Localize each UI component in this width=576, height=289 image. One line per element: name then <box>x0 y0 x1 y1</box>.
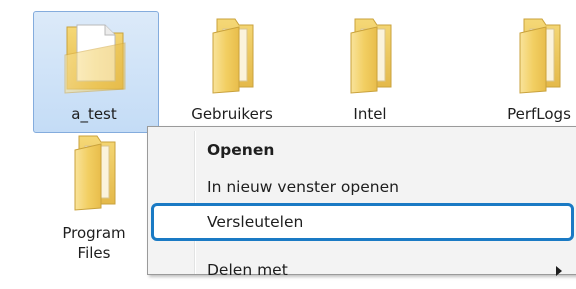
folder-icon <box>74 135 116 211</box>
folder-label: Intel <box>353 105 387 123</box>
folder-icon <box>64 24 126 94</box>
context-menu: Openen In nieuw venster openen Versleute… <box>147 126 576 279</box>
folder-icon <box>519 18 561 94</box>
folder-label: Gebruikers <box>191 105 273 123</box>
folder-a-test[interactable]: a_test <box>33 11 159 133</box>
menu-item-open-new-window[interactable]: In nieuw venster openen <box>151 168 574 206</box>
folder-icon <box>212 18 254 94</box>
folder-label-line1: Program <box>62 224 126 242</box>
menu-item-label: Delen met <box>207 261 288 279</box>
chevron-right-icon <box>556 266 562 276</box>
folder-label: PerfLogs <box>507 105 571 123</box>
menu-item-encrypt[interactable]: Versleutelen <box>151 203 574 241</box>
menu-item-share-with[interactable]: Delen met <box>151 251 574 289</box>
menu-item-openen[interactable]: Openen <box>151 131 574 169</box>
folder-program-files[interactable]: Program Files <box>35 130 153 262</box>
folder-perflogs[interactable]: PerfLogs <box>480 13 576 131</box>
folder-intel[interactable]: Intel <box>311 13 429 131</box>
folder-gebruikers[interactable]: Gebruikers <box>173 13 291 131</box>
folder-icon <box>350 18 392 94</box>
folder-label-line2: Files <box>77 244 111 262</box>
folder-label: a_test <box>71 105 117 123</box>
